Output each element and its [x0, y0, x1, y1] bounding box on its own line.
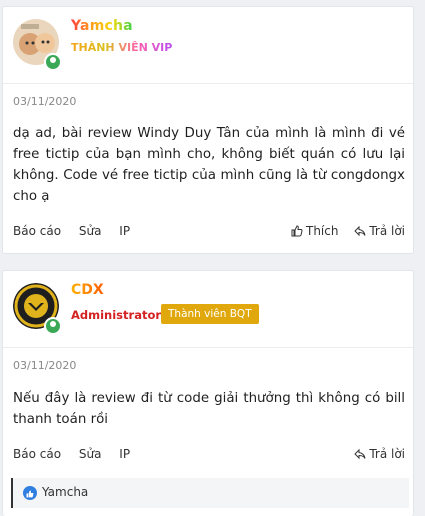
- post-header: CDX Administrator Thành viên BQT: [3, 271, 413, 348]
- thumbs-up-icon: [291, 225, 303, 237]
- report-button[interactable]: Báo cáo: [13, 447, 61, 461]
- like-button[interactable]: Thích: [291, 224, 342, 238]
- reactions-bar[interactable]: Yamcha: [11, 478, 409, 508]
- username[interactable]: CDX: [71, 282, 104, 298]
- reply-icon: [354, 225, 366, 237]
- username[interactable]: Yamcha: [71, 18, 133, 34]
- post-card: Yamcha THÀNH VIÊN VIP 03/11/2020 dạ ad, …: [2, 6, 414, 254]
- reaction-user[interactable]: Yamcha: [42, 485, 88, 499]
- like-reaction-icon: [23, 486, 37, 500]
- ip-button[interactable]: IP: [119, 447, 130, 461]
- user-banner-badge: Thành viên BQT: [161, 304, 259, 324]
- online-status-icon: [44, 317, 62, 335]
- reply-icon: [354, 448, 366, 460]
- post-header: Yamcha THÀNH VIÊN VIP: [3, 7, 413, 84]
- edit-button[interactable]: Sửa: [79, 447, 102, 461]
- post-body: dạ ad, bài review Windy Duy Tân của mình…: [13, 126, 405, 204]
- report-button[interactable]: Báo cáo: [13, 224, 61, 238]
- reply-button[interactable]: Trả lời: [354, 224, 405, 238]
- post-actions: Báo cáo Sửa IP Thích Trả lời: [13, 224, 405, 238]
- ip-button[interactable]: IP: [119, 224, 130, 238]
- reply-label: Trả lời: [369, 447, 405, 461]
- reply-label: Trả lời: [369, 224, 405, 238]
- online-status-icon: [44, 53, 62, 71]
- post-date[interactable]: 03/11/2020: [13, 95, 76, 108]
- post-body: Nếu đây là review đi từ code giải thưởng…: [13, 391, 405, 427]
- post-actions: Báo cáo Sửa IP Trả lời: [13, 447, 405, 461]
- post-date[interactable]: 03/11/2020: [13, 359, 76, 372]
- reply-button[interactable]: Trả lời: [354, 447, 405, 461]
- user-role: Administrator: [71, 308, 162, 322]
- user-title: THÀNH VIÊN VIP: [71, 41, 173, 54]
- post-card: CDX Administrator Thành viên BQT 03/11/2…: [2, 270, 414, 516]
- edit-button[interactable]: Sửa: [79, 224, 102, 238]
- like-label: Thích: [306, 224, 339, 238]
